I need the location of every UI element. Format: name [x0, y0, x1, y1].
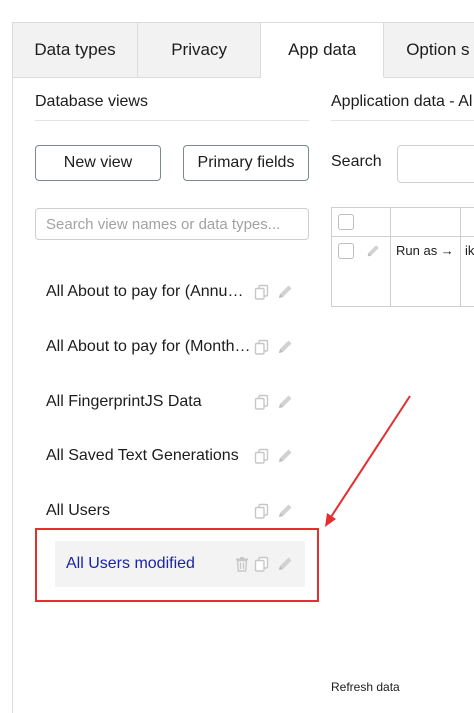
tab-app-data[interactable]: App data	[261, 23, 385, 78]
copy-icon[interactable]	[253, 338, 271, 356]
primary-fields-button[interactable]: Primary fields	[183, 145, 309, 181]
tab-data-types[interactable]: Data types	[13, 23, 139, 78]
search-views-input[interactable]	[35, 208, 309, 240]
view-item[interactable]: All About to pay for (Annual)s	[35, 269, 309, 315]
pencil-icon[interactable]	[276, 447, 294, 465]
pencil-icon[interactable]	[365, 243, 381, 259]
table-divider	[332, 236, 474, 237]
copy-icon[interactable]	[253, 393, 271, 411]
pencil-icon[interactable]	[276, 283, 294, 301]
divider	[331, 120, 474, 121]
run-as-link[interactable]: Run as →	[396, 243, 454, 258]
app-data-panel: Data types Privacy App data Option s Dat…	[12, 22, 474, 713]
view-item[interactable]: All Saved Text Generations	[35, 433, 309, 479]
copy-icon[interactable]	[253, 283, 271, 301]
search-data-input[interactable]	[397, 145, 474, 183]
search-label: Search	[331, 153, 382, 170]
select-all-checkbox[interactable]	[338, 214, 354, 230]
copy-icon[interactable]	[253, 502, 271, 520]
table-cell: ik	[465, 243, 474, 258]
view-label: All About to pay for (Annual)s	[46, 283, 252, 300]
tab-option-sets[interactable]: Option s	[384, 23, 474, 78]
annotation-highlight-box	[35, 528, 319, 602]
pencil-icon[interactable]	[276, 502, 294, 520]
database-views-title: Database views	[35, 93, 148, 110]
view-label: All FingerprintJS Data	[46, 393, 202, 410]
row-checkbox[interactable]	[338, 243, 354, 259]
view-item[interactable]: All FingerprintJS Data	[35, 379, 309, 425]
view-label: All About to pay for (Monthly)s	[46, 338, 252, 355]
application-data-title: Application data - Al	[331, 93, 473, 110]
table-divider	[460, 208, 461, 306]
pencil-icon[interactable]	[276, 393, 294, 411]
table-divider	[390, 208, 391, 306]
view-label: All Users	[46, 502, 111, 519]
data-table: Run as → ik	[331, 207, 474, 307]
view-label: All Saved Text Generations	[46, 447, 239, 464]
refresh-data-link[interactable]: Refresh data	[331, 680, 400, 694]
tab-privacy[interactable]: Privacy	[138, 23, 262, 78]
view-item[interactable]: All About to pay for (Monthly)s	[35, 324, 309, 370]
new-view-button[interactable]: New view	[35, 145, 161, 181]
tab-bar: Data types Privacy App data Option s	[13, 23, 474, 78]
copy-icon[interactable]	[253, 447, 271, 465]
pencil-icon[interactable]	[276, 338, 294, 356]
divider	[35, 120, 309, 121]
